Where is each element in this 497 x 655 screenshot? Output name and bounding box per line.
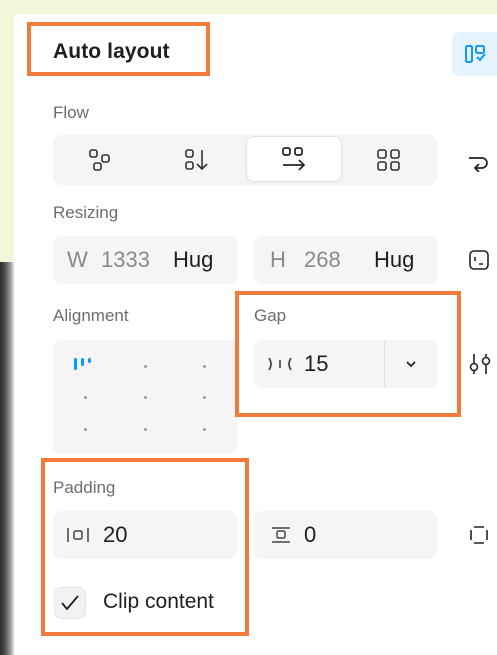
align-middle-right-dot[interactable] xyxy=(203,396,206,399)
auto-layout-panel-icon[interactable] xyxy=(452,32,497,76)
flow-segmented-control xyxy=(53,135,437,185)
width-prefix: W xyxy=(67,247,88,272)
height-field[interactable]: H 268 Hug xyxy=(254,236,437,284)
vertical-padding-icon xyxy=(272,527,290,543)
alignment-label: Alignment xyxy=(53,306,129,325)
align-top-right-dot[interactable] xyxy=(203,365,206,368)
flow-label: Flow xyxy=(53,103,89,122)
padding-highlight-box xyxy=(41,458,249,636)
alignment-grid[interactable] xyxy=(53,340,237,454)
gap-highlight-box xyxy=(235,291,461,417)
left-edge-shadow xyxy=(0,262,14,655)
resizing-label: Resizing xyxy=(53,203,119,222)
align-top-center-dot[interactable] xyxy=(144,365,147,368)
height-mode[interactable]: Hug xyxy=(374,236,414,284)
align-bottom-left-dot[interactable] xyxy=(84,428,87,431)
align-middle-left-dot[interactable] xyxy=(84,396,87,399)
horizontal-flow-icon[interactable] xyxy=(246,136,342,182)
align-bottom-center-dot[interactable] xyxy=(144,428,147,431)
vertical-padding-value[interactable]: 0 xyxy=(304,511,316,559)
align-top-left-icon[interactable] xyxy=(73,356,99,372)
grid-icon[interactable] xyxy=(341,135,437,185)
width-value: 1333 xyxy=(101,247,150,272)
wrap-icon[interactable] xyxy=(464,147,492,175)
width-field[interactable]: W 1333 Hug xyxy=(53,236,237,284)
resize-constraints-icon[interactable] xyxy=(465,246,493,274)
vertical-flow-icon[interactable] xyxy=(149,135,245,185)
vertical-padding-field[interactable]: 0 xyxy=(254,511,437,559)
individual-padding-icon[interactable] xyxy=(465,521,493,549)
align-middle-center-dot[interactable] xyxy=(144,396,147,399)
title-highlight-box xyxy=(27,22,210,76)
width-mode[interactable]: Hug xyxy=(173,236,213,284)
freeform-icon[interactable] xyxy=(53,135,149,185)
align-bottom-right-dot[interactable] xyxy=(203,428,206,431)
height-value: 268 xyxy=(304,247,341,272)
layout-settings-icon[interactable] xyxy=(464,350,496,378)
height-prefix: H xyxy=(270,247,286,272)
